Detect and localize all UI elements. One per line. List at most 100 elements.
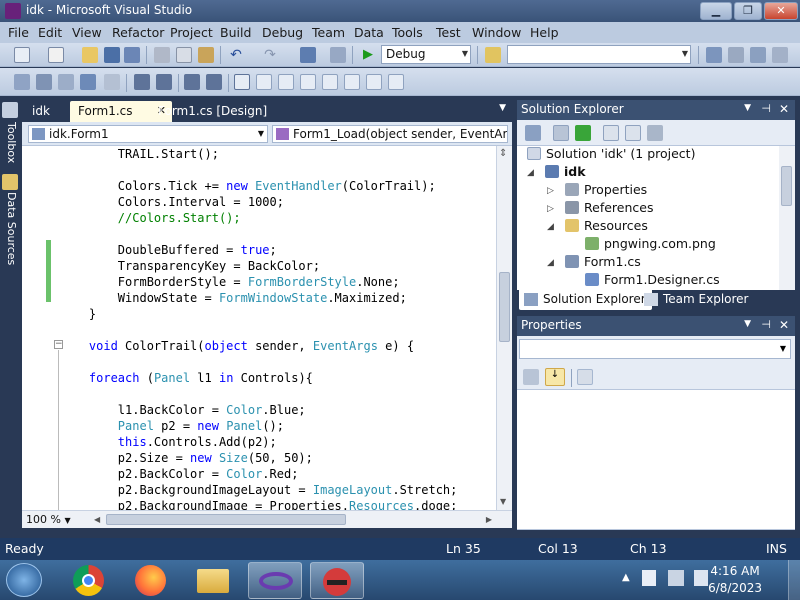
- tree-item-references[interactable]: References: [565, 200, 653, 218]
- menu-refactor[interactable]: Refactor: [112, 25, 164, 40]
- code-editor[interactable]: − TRAIL.Start(); Colors.Tick += new Even…: [22, 146, 496, 510]
- refresh-icon[interactable]: [575, 125, 591, 141]
- expand-arrow-icon[interactable]: ▷: [547, 204, 554, 214]
- expand-arrow-icon[interactable]: ▷: [547, 186, 554, 196]
- tool-icon-1[interactable]: [14, 74, 30, 90]
- collapse-arrow-icon[interactable]: ◢: [547, 258, 554, 268]
- object-browser-icon[interactable]: [750, 47, 766, 63]
- type-combo[interactable]: idk.Form1 ▼: [28, 125, 268, 143]
- tool-icon-4[interactable]: [80, 74, 96, 90]
- code-line[interactable]: this.Controls.Add(p2);: [60, 434, 277, 450]
- code-line[interactable]: p2.BackgroundImage = Properties.Resource…: [60, 498, 458, 510]
- indent-icon[interactable]: [156, 74, 172, 90]
- menu-view[interactable]: View: [72, 25, 102, 40]
- menu-build[interactable]: Build: [220, 25, 251, 40]
- code-line[interactable]: void ColorTrail(object sender, EventArgs…: [60, 338, 414, 354]
- code-line[interactable]: //Colors.Start();: [60, 210, 241, 226]
- copy-icon[interactable]: [176, 47, 192, 63]
- collapse-arrow-icon[interactable]: ◢: [547, 222, 554, 232]
- split-icon[interactable]: ⇕: [499, 148, 510, 162]
- maximize-button[interactable]: ❐: [734, 2, 762, 20]
- tree-scrollbar[interactable]: [779, 146, 795, 290]
- tool-icon-3[interactable]: [58, 74, 74, 90]
- tab-dropdown-icon[interactable]: ▼: [499, 103, 506, 113]
- uncomment-icon[interactable]: [206, 74, 222, 90]
- navigate-forward-icon[interactable]: [330, 47, 346, 63]
- open-folder-icon[interactable]: [82, 47, 98, 63]
- collapse-arrow-icon[interactable]: ◢: [527, 168, 534, 178]
- tree-item-properties[interactable]: Properties: [565, 182, 647, 200]
- comment-icon[interactable]: [184, 74, 200, 90]
- menu-file[interactable]: File: [8, 25, 29, 40]
- code-line[interactable]: p2.Size = new Size(50, 50);: [60, 450, 313, 466]
- menu-test[interactable]: Test: [436, 25, 461, 40]
- firefox-taskbar-button[interactable]: [124, 562, 178, 599]
- tab-idk[interactable]: idk: [24, 101, 58, 122]
- pane-dropdown-icon[interactable]: ▼: [744, 319, 751, 329]
- scroll-right-icon[interactable]: ▶: [486, 515, 492, 524]
- code-line[interactable]: foreach (Panel l1 in Controls){: [60, 370, 313, 386]
- editor-vertical-scrollbar[interactable]: ⇕ ▼: [496, 146, 512, 510]
- pin-icon[interactable]: ⊣: [761, 102, 771, 115]
- app-taskbar-button[interactable]: [310, 562, 364, 599]
- code-line[interactable]: FormBorderStyle = FormBorderStyle.None;: [60, 274, 400, 290]
- menu-debug[interactable]: Debug: [262, 25, 303, 40]
- view-code-icon[interactable]: [603, 125, 619, 141]
- tree-item-project[interactable]: idk: [545, 164, 586, 182]
- bookmark-icon-8[interactable]: [388, 74, 404, 90]
- alphabetical-icon[interactable]: ↓: [545, 368, 565, 386]
- menu-tools[interactable]: Tools: [392, 25, 423, 40]
- tab-team-explorer[interactable]: Team Explorer: [639, 290, 755, 310]
- show-desktop-button[interactable]: [788, 560, 800, 600]
- code-line[interactable]: p2.BackColor = Color.Red;: [60, 466, 299, 482]
- toolbox-tab-icon[interactable]: [2, 102, 18, 118]
- system-clock[interactable]: 4:16 AM 6/8/2023: [708, 563, 762, 597]
- bookmark-icon-2[interactable]: [256, 74, 272, 90]
- start-button[interactable]: [6, 563, 42, 597]
- bookmark-icon-4[interactable]: [300, 74, 316, 90]
- action-center-icon[interactable]: [642, 570, 656, 586]
- data-sources-tab-icon[interactable]: [2, 174, 18, 190]
- save-icon[interactable]: [104, 47, 120, 63]
- explorer-taskbar-button[interactable]: [186, 562, 240, 599]
- toolbox-icon[interactable]: [772, 47, 788, 63]
- member-combo[interactable]: Form1_Load(object sender, EventArgs: [272, 125, 508, 143]
- save-all-icon[interactable]: [124, 47, 140, 63]
- pin-icon[interactable]: ⊣: [761, 318, 771, 331]
- scroll-down-icon[interactable]: ▼: [500, 497, 506, 506]
- tab-form1-design[interactable]: Form1.cs [Design]: [150, 101, 275, 122]
- code-line[interactable]: TRAIL.Start();: [60, 146, 219, 162]
- network-icon[interactable]: [668, 570, 684, 586]
- code-line[interactable]: p2.BackgroundImageLayout = ImageLayout.S…: [60, 482, 458, 498]
- bookmark-icon-1[interactable]: [234, 74, 250, 90]
- bookmark-icon-3[interactable]: [278, 74, 294, 90]
- horizontal-scroll-thumb[interactable]: [106, 514, 346, 525]
- visual-studio-taskbar-button[interactable]: [248, 562, 302, 599]
- code-line[interactable]: WindowState = FormWindowState.Maximized;: [60, 290, 407, 306]
- zoom-combo[interactable]: 100 % ▼: [26, 513, 88, 527]
- tree-item-png[interactable]: pngwing.com.png: [585, 236, 716, 254]
- code-line[interactable]: Colors.Tick += new EventHandler(ColorTra…: [60, 178, 436, 194]
- tree-scroll-thumb[interactable]: [781, 166, 792, 206]
- vertical-scroll-thumb[interactable]: [499, 272, 510, 342]
- properties-window-icon[interactable]: [728, 47, 744, 63]
- solution-explorer-icon[interactable]: [706, 47, 722, 63]
- pane-close-icon[interactable]: ✕: [779, 102, 789, 116]
- cut-icon[interactable]: [154, 47, 170, 63]
- volume-icon[interactable]: [694, 570, 708, 586]
- bookmark-icon-7[interactable]: [366, 74, 382, 90]
- properties-icon[interactable]: [525, 125, 541, 141]
- tool-icon-5[interactable]: [104, 74, 120, 90]
- tree-item-form1[interactable]: Form1.cs: [565, 254, 641, 272]
- show-all-files-icon[interactable]: [553, 125, 569, 141]
- code-line[interactable]: }: [60, 306, 96, 322]
- pane-dropdown-icon[interactable]: ▼: [744, 103, 751, 113]
- view-designer-icon[interactable]: [625, 125, 641, 141]
- close-button[interactable]: ✕: [764, 2, 798, 20]
- new-project-icon[interactable]: [14, 47, 30, 63]
- data-sources-tab[interactable]: Data Sources: [2, 192, 18, 265]
- chrome-taskbar-button[interactable]: [62, 562, 116, 599]
- categorized-icon[interactable]: [523, 369, 539, 385]
- code-line[interactable]: Colors.Interval = 1000;: [60, 194, 284, 210]
- menu-help[interactable]: Help: [530, 25, 559, 40]
